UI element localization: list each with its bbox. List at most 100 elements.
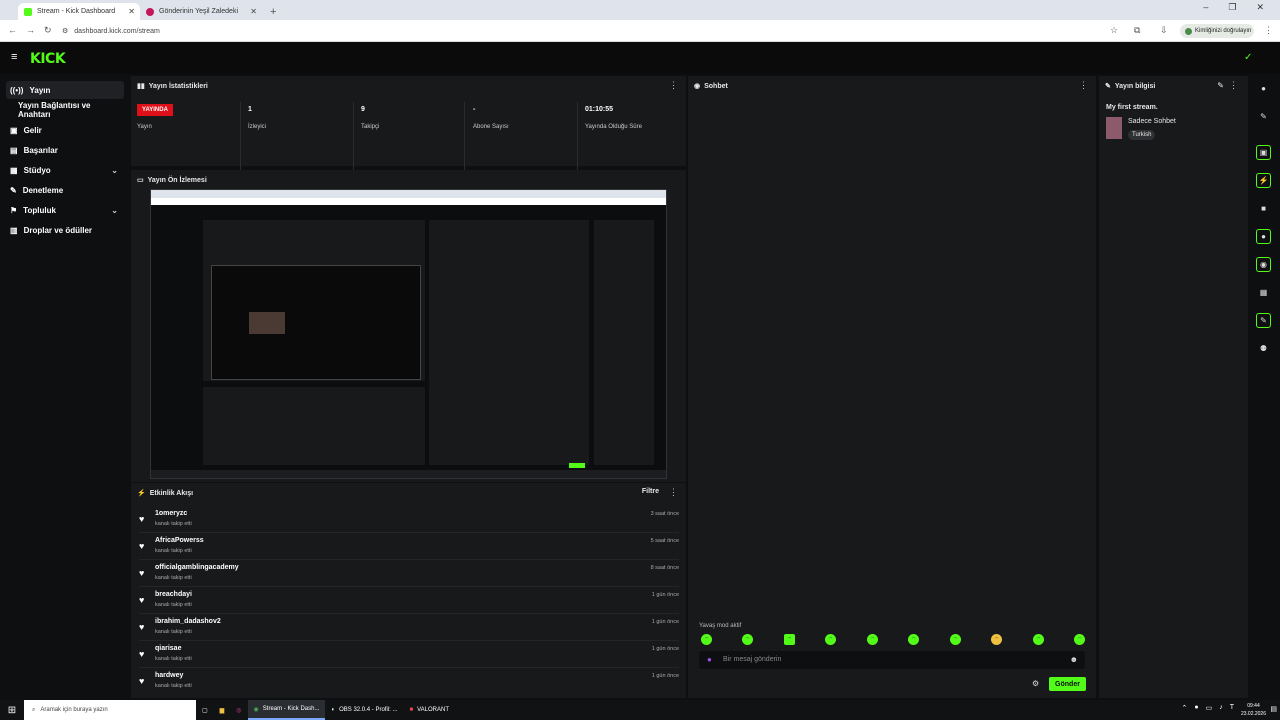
language-icon[interactable]: T [1230,704,1234,712]
forward-icon[interactable]: → [26,25,35,35]
emote-icon[interactable]: ᵔ [784,634,795,645]
chat-input[interactable]: ● Bir mesaj gönderin ☻ [699,651,1085,669]
sidebar-item-studyo[interactable]: ▦ Stüdyo ⌄ [6,161,124,179]
file-explorer-icon[interactable]: ▆ [214,700,231,720]
bookmark-star-icon[interactable]: ☆ [1110,25,1118,36]
sidebar-item-droplar[interactable]: ▥ Droplar ve ödüller [6,221,124,239]
more-options-icon[interactable]: ⋮ [1229,80,1238,91]
taskbar-app-chrome[interactable]: ◉ Stream - Kick Dash... [247,700,326,720]
maximize-icon[interactable]: ❐ [1228,2,1236,13]
taskbar-search[interactable]: ⌕ Aramak için buraya yazın [24,700,196,720]
more-options-icon[interactable]: ⋮ [1079,80,1088,91]
screen-icon[interactable]: ▣ [1256,145,1271,160]
tab-stream[interactable]: Stream - Kick Dashboard ✕ [18,3,140,20]
category-name[interactable]: Sadece Sohbet [1128,118,1176,125]
sidebar-item-basarilar[interactable]: ▤ Başarılar [6,141,124,159]
taskbar-app-label: OBS 32.0.4 - Profil: ... [339,707,398,713]
info-icon[interactable]: ● [1256,81,1271,96]
emote-icon[interactable]: ᵔ [950,634,961,645]
kick-leaf-icon[interactable]: ✓ [1244,52,1252,63]
more-options-icon[interactable]: ⋮ [669,80,678,91]
heart-icon: ♥ [139,541,145,551]
emote-icon[interactable]: ᵔ [867,634,878,645]
sidebar-item-denetleme[interactable]: ✎ Denetleme [6,181,124,199]
microphone-icon[interactable]: ● [1194,704,1198,712]
downloads-icon[interactable]: ⇩ [1160,25,1168,36]
box-icon[interactable]: ■ [1256,201,1271,216]
feed-user[interactable]: hardwey [155,672,183,679]
filter-button[interactable]: Filtre [642,488,659,495]
people-icon[interactable]: ⚉ [1256,341,1271,356]
feed-row: ♥ hardwey kanalı takip etti 1 gün önce [139,669,679,695]
new-tab-icon[interactable]: + [262,6,282,20]
reload-icon[interactable]: ↻ [44,25,52,36]
settings-gear-icon[interactable]: ⚙ [1032,679,1039,688]
close-icon[interactable]: ✕ [128,7,135,16]
send-button[interactable]: Gönder [1049,677,1086,691]
taskbar-app-valorant[interactable]: ■ VALORANT [403,700,455,720]
close-window-icon[interactable]: ✕ [1256,2,1264,13]
tab-other[interactable]: Gönderinin Yeşil Zaledeki ✕ [140,3,262,20]
emote-icon[interactable]: ᵔ [1074,634,1085,645]
emote-icon[interactable]: ᵔ [742,634,753,645]
sidebar-item-topluluk[interactable]: ⚑ Topluluk ⌄ [6,201,124,219]
emote-icon[interactable]: ᵔ [1033,634,1044,645]
wrench-icon[interactable]: ✎ [1256,313,1271,328]
sidebar-item-label: Yayın Bağlantısı ve Anahtarı [18,101,91,119]
minimize-icon[interactable]: – [1203,2,1208,13]
edit-icon[interactable]: ✎ [1256,109,1271,124]
preview-video[interactable] [150,189,667,479]
chat-bubble-icon[interactable]: ● [1256,229,1271,244]
sidebar: ((•)) Yayın Yayın Bağlantısı ve Anahtarı … [0,74,129,700]
broadcast-icon[interactable]: ◉ [1256,257,1271,272]
chat-placeholder: Bir mesaj gönderin [723,656,782,663]
feed-user[interactable]: officialgamblingacademy [155,564,239,571]
more-options-icon[interactable]: ⋮ [669,487,678,498]
volume-icon[interactable]: ♪ [1219,704,1223,712]
feed-user[interactable]: AfricaPowerss [155,537,204,544]
feed-action: kanalı takip etti [155,683,192,689]
search-placeholder: Aramak için buraya yazın [40,707,108,713]
close-icon[interactable]: ✕ [250,7,257,16]
chevron-up-icon[interactable]: ⌃ [1181,704,1187,712]
lightning-icon[interactable]: ⚡ [1256,173,1271,188]
sidebar-item-stream-key[interactable]: Yayın Bağlantısı ve Anahtarı [6,101,124,119]
menu-dots-icon[interactable]: ⋮ [1264,25,1273,36]
extensions-icon[interactable]: ⧉ [1134,25,1140,36]
feed-time: 3 saat önce [650,511,679,517]
hamburger-menu-icon[interactable]: ≡ [11,51,17,63]
feed-user[interactable]: 1omeryzc [155,510,187,517]
url-field[interactable]: ⚙ dashboard.kick.com/stream [62,23,1092,39]
edit-icon[interactable]: ✎ [1217,81,1224,90]
feed-user[interactable]: breachdayi [155,591,192,598]
emote-icon[interactable]: ᵔ [825,634,836,645]
profile-button[interactable]: Kimliğinizi doğrulayın [1180,24,1254,38]
task-view-icon[interactable]: ▢ [196,700,214,720]
sidebar-item-gelir[interactable]: ▣ Gelir [6,121,124,139]
kick-logo[interactable]: KICK [30,51,66,67]
back-icon[interactable]: ← [8,25,17,35]
feed-user[interactable]: ibrahim_dadashov2 [155,618,221,625]
feed-user[interactable]: qiarisae [155,645,181,652]
emote-icon[interactable]: ᵔ [701,634,712,645]
sidebar-item-yayin[interactable]: ((•)) Yayın [6,81,124,99]
network-icon[interactable]: ▭ [1206,704,1213,712]
microphone-icon[interactable]: ● [707,655,712,664]
feed-row: ♥ officialgamblingacademy kanalı takip ett… [139,561,679,587]
site-info-icon[interactable]: ⚙ [62,27,68,35]
notification-icon[interactable]: ▤ [1270,705,1277,713]
trophy-icon: ▤ [10,145,18,155]
divider [240,102,241,172]
grid-icon[interactable]: ▦ [1256,285,1271,300]
emoji-icon[interactable]: ☻ [1070,655,1078,664]
sidebar-item-label: Denetleme [22,185,64,195]
taskbar-app-obs[interactable]: ◐ OBS 32.0.4 - Profil: ... [325,700,403,720]
taskbar-app-label: VALORANT [417,707,449,713]
emote-icon[interactable]: ᵔ [991,634,1002,645]
instagram-icon[interactable]: ◎ [230,700,247,720]
clock[interactable]: 09:44 23.02.2026 [1241,702,1266,718]
stat-followers: 9 Takipçi [361,106,379,130]
windows-start-icon[interactable]: ⊞ [0,705,24,716]
sidebar-item-label: Topluluk [23,205,56,215]
emote-icon[interactable]: ᵔ [908,634,919,645]
